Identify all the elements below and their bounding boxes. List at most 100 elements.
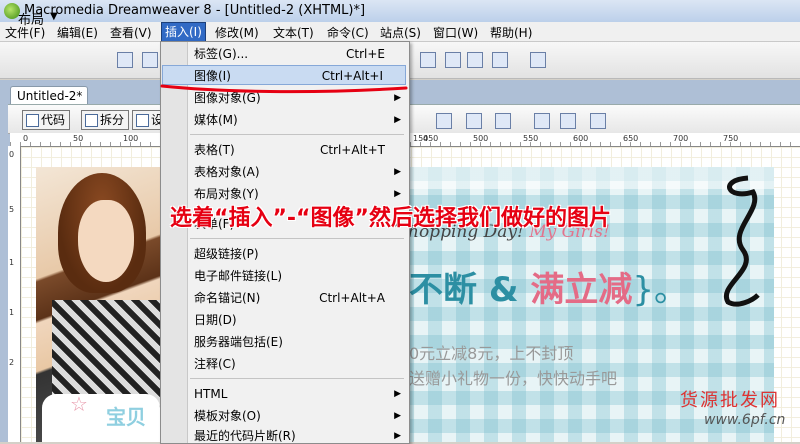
menu-item-label: 最近的代码片断(R)	[194, 429, 296, 442]
menu-item-comment[interactable]: 注释(C)	[194, 354, 407, 374]
visual-aids-icon[interactable]	[590, 113, 606, 129]
menu-item-label: 媒体(M)	[194, 113, 238, 127]
menu-item-label: HTML	[194, 387, 228, 401]
menu-item-label: 注释(C)	[194, 357, 236, 371]
menu-item-named-anchor[interactable]: 命名锚记(N) Ctrl+Alt+A	[194, 288, 407, 308]
design-icon	[136, 114, 149, 127]
view-options-icon[interactable]	[560, 113, 576, 129]
star-icon: ☆	[70, 392, 88, 416]
refresh-icon[interactable]	[534, 113, 550, 129]
slogan-part-b: 满立减	[530, 270, 633, 310]
code-view-button[interactable]: 代码	[22, 110, 71, 130]
menu-text[interactable]: 文本(T)	[273, 24, 314, 41]
menu-item-template-objects[interactable]: 模板对象(O) ▶	[194, 406, 407, 426]
split-view-button[interactable]: 拆分	[81, 110, 130, 130]
ruler-tick: 750	[723, 134, 739, 143]
validate-icon[interactable]	[436, 113, 452, 129]
submenu-arrow-icon: ▶	[394, 411, 401, 421]
menu-item-label: 标签(G)...	[194, 47, 249, 61]
submenu-arrow-icon: ▶	[394, 115, 401, 125]
ruler-tick: 0	[9, 150, 15, 159]
menu-item-label: 图像(I)	[194, 69, 231, 83]
menu-item-label: 模板对象(O)	[194, 409, 261, 423]
document-tab-label: Untitled-2*	[17, 89, 83, 103]
banner-slogan: 不断 & 满立减}。	[409, 262, 688, 311]
code-view-label: 代码	[41, 113, 66, 127]
menu-item-server-include[interactable]: 服务器端包括(E)	[194, 332, 407, 352]
slogan-end: }。	[632, 270, 688, 310]
menu-separator	[190, 134, 404, 135]
layout-cell-icon[interactable]	[445, 52, 461, 68]
menu-site[interactable]: 站点(S)	[380, 24, 421, 41]
menu-window[interactable]: 窗口(W)	[433, 24, 478, 41]
submenu-arrow-icon: ▶	[394, 389, 401, 399]
menu-commands[interactable]: 命令(C)	[327, 24, 369, 41]
ruler-tick: 650	[623, 134, 639, 143]
submenu-arrow-icon: ▶	[394, 431, 401, 441]
menu-insert[interactable]: 插入(I)	[161, 22, 206, 42]
frames-icon[interactable]	[492, 52, 508, 68]
vertical-ruler	[8, 146, 21, 442]
window-title: Macromedia Dreamweaver 8 - [Untitled-2 (…	[24, 3, 366, 18]
menu-item-table[interactable]: 表格(T) Ctrl+Alt+T	[194, 140, 407, 160]
watermark-url: www.6pf.cn	[704, 412, 786, 428]
menu-item-shortcut: Ctrl+E	[346, 47, 385, 61]
ruler-tick: 500	[473, 134, 489, 143]
ruler-tick: 5	[9, 205, 15, 214]
split-view-label: 拆分	[100, 113, 125, 127]
menu-help[interactable]: 帮助(H)	[490, 24, 532, 41]
menu-item-label: 电子邮件链接(L)	[194, 269, 283, 283]
menu-item-label: 日期(D)	[194, 313, 237, 327]
menu-modify[interactable]: 修改(M)	[215, 24, 259, 41]
menu-item-label: 服务器端包括(E)	[194, 335, 283, 349]
ruler-tick: 700	[673, 134, 689, 143]
menu-item-label: 表格对象(A)	[194, 165, 260, 179]
menu-bar: 文件(F) 编辑(E) 查看(V) 插入(I) 修改(M) 文本(T) 命令(C…	[0, 22, 800, 42]
red-underline-annotation	[160, 84, 408, 94]
layout-table-icon[interactable]	[420, 52, 436, 68]
menu-edit[interactable]: 编辑(E)	[57, 24, 98, 41]
menu-item-email-link[interactable]: 电子邮件链接(L)	[194, 266, 407, 286]
menu-item-shortcut: Ctrl+Alt+T	[319, 143, 385, 157]
split-icon	[85, 114, 98, 127]
promo-line-2: 送赠小礼物一份，快快动手吧	[409, 369, 618, 388]
chevron-down-icon[interactable]: ▼	[50, 11, 58, 22]
preview-browser-icon[interactable]	[495, 113, 511, 129]
menu-separator	[190, 238, 404, 239]
code-icon	[26, 114, 39, 127]
model-face	[78, 200, 134, 282]
menu-item-label: 超级链接(P)	[194, 247, 259, 261]
ruler-tick: 0	[23, 134, 29, 143]
ruler-tick: 1	[9, 258, 15, 267]
promo-line-1: 0元立减8元，上不封顶	[409, 344, 574, 363]
ribbon-decoration-icon	[723, 175, 760, 307]
slogan-ampersand: &	[477, 270, 531, 310]
column-icon[interactable]	[467, 52, 483, 68]
menu-item-media[interactable]: 媒体(M) ▶	[194, 110, 407, 130]
submenu-arrow-icon: ▶	[394, 167, 401, 177]
watermark-logo-text: 货源批发网	[680, 390, 780, 411]
ruler-tick: 50	[73, 134, 84, 143]
file-management-icon[interactable]	[466, 113, 482, 129]
menu-item-shortcut: Ctrl+Alt+A	[319, 291, 385, 305]
baby-label: 宝贝	[106, 405, 146, 429]
layout-category-label[interactable]: 布局	[18, 9, 44, 28]
ruler-tick: 100	[123, 134, 139, 143]
menu-item-recent-snippets[interactable]: 最近的代码片断(R) ▶	[194, 426, 407, 442]
layer-icon[interactable]	[142, 52, 158, 68]
menu-item-html[interactable]: HTML ▶	[194, 384, 407, 404]
tabular-data-icon[interactable]	[530, 52, 546, 68]
menu-item-tag[interactable]: 标签(G)... Ctrl+E	[194, 44, 407, 64]
table-icon[interactable]	[117, 52, 133, 68]
ruler-tick: 1	[9, 308, 15, 317]
menu-item-table-objects[interactable]: 表格对象(A) ▶	[194, 162, 407, 182]
menu-item-date[interactable]: 日期(D)	[194, 310, 407, 330]
menu-item-label: 布局对象(Y)	[194, 187, 259, 201]
slogan-part-a: 不断	[409, 270, 477, 310]
menu-item-label: 命名锚记(N)	[194, 291, 261, 305]
menu-view[interactable]: 查看(V)	[110, 24, 152, 41]
menu-item-label: 表格(T)	[194, 143, 235, 157]
ruler-tick: 2	[9, 358, 15, 367]
menu-item-hyperlink[interactable]: 超级链接(P)	[194, 244, 407, 264]
ruler-tick: 450	[423, 134, 439, 143]
